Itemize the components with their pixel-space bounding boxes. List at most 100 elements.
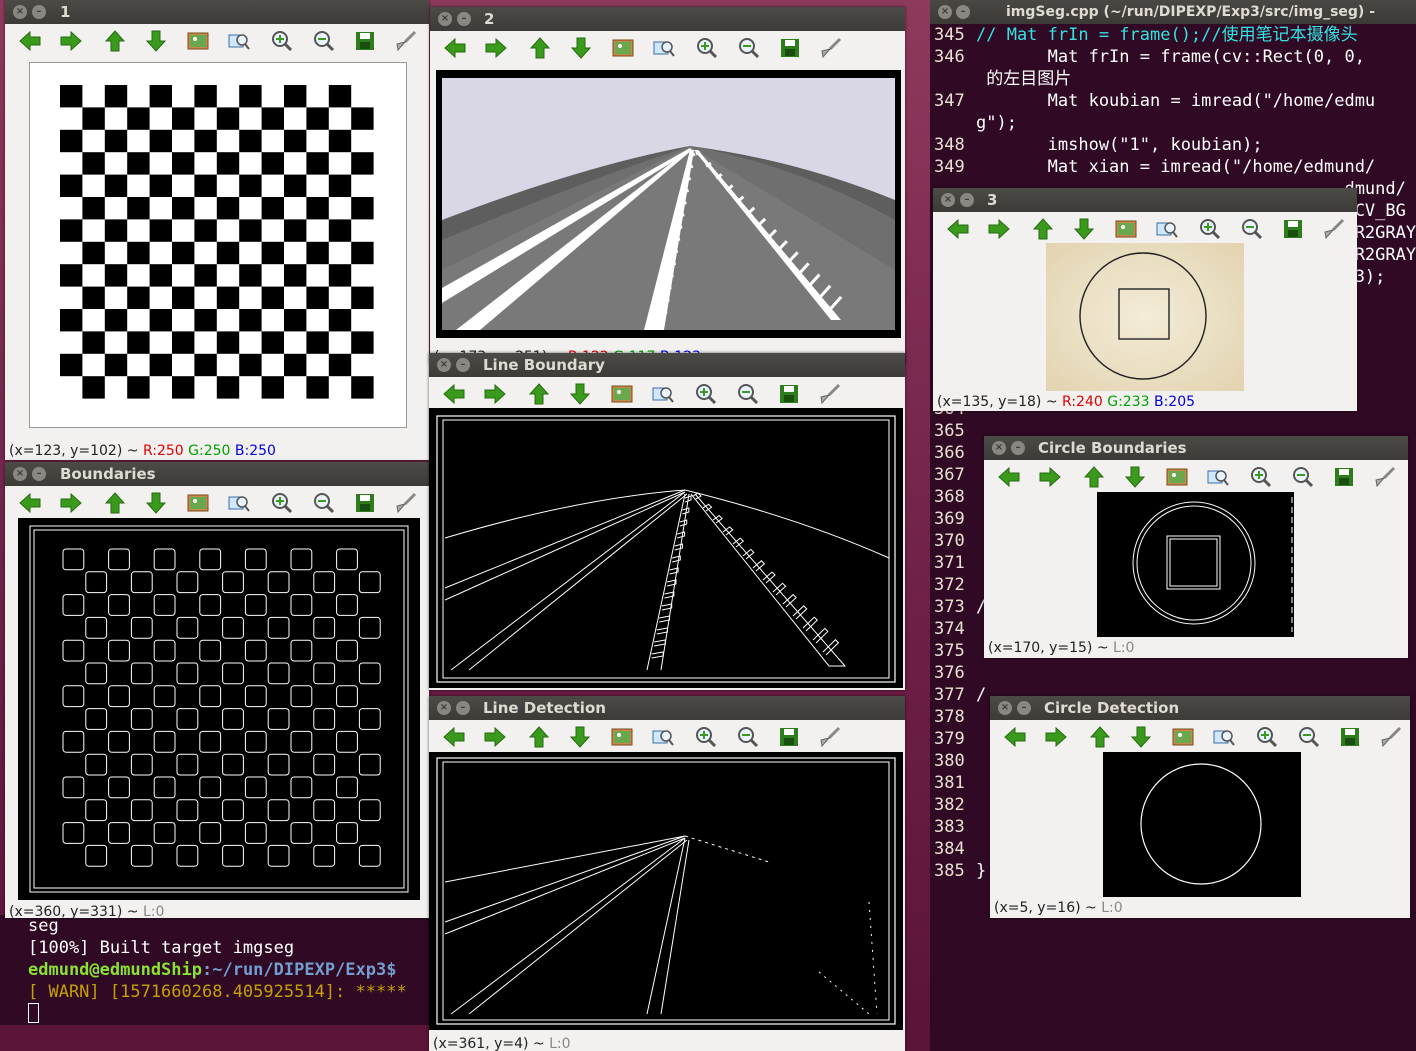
zoom-fit-icon[interactable] — [651, 35, 677, 61]
zoom-out-icon[interactable] — [1290, 464, 1316, 490]
zoom-in-icon[interactable] — [269, 28, 295, 54]
image-view[interactable] — [429, 408, 903, 688]
image-icon[interactable] — [185, 28, 211, 54]
zoom-out-icon[interactable] — [1296, 724, 1322, 750]
arrow-up-icon[interactable] — [1087, 724, 1113, 750]
arrow-down-icon[interactable] — [567, 381, 593, 407]
image-icon[interactable] — [610, 35, 636, 61]
code-line[interactable]: 348 imshow("1", koubian); — [930, 134, 1416, 156]
brush-icon[interactable] — [1321, 216, 1347, 242]
image-view[interactable] — [436, 70, 901, 338]
zoom-in-icon[interactable] — [693, 724, 719, 750]
zoom-out-icon[interactable] — [311, 490, 337, 516]
image-icon[interactable] — [609, 381, 635, 407]
image-view[interactable] — [29, 62, 407, 428]
image-icon[interactable] — [1170, 724, 1196, 750]
arrow-right-icon[interactable] — [1043, 724, 1069, 750]
zoom-in-icon[interactable] — [1254, 724, 1280, 750]
zoom-fit-icon[interactable] — [650, 381, 676, 407]
save-icon[interactable] — [1337, 724, 1363, 750]
close-icon[interactable]: × — [998, 701, 1012, 715]
arrow-left-icon[interactable] — [945, 216, 971, 242]
zoom-out-icon[interactable] — [736, 35, 762, 61]
code-line[interactable]: 376 — [930, 662, 1416, 684]
zoom-fit-icon[interactable] — [1211, 724, 1237, 750]
arrow-left-icon[interactable] — [17, 28, 43, 54]
zoom-fit-icon[interactable] — [226, 28, 252, 54]
arrow-down-icon[interactable] — [567, 724, 593, 750]
zoom-in-icon[interactable] — [269, 490, 295, 516]
arrow-left-icon[interactable] — [17, 490, 43, 516]
arrow-up-icon[interactable] — [526, 724, 552, 750]
save-icon[interactable] — [1280, 216, 1306, 242]
image-icon[interactable] — [609, 724, 635, 750]
image-view[interactable] — [1046, 243, 1244, 391]
save-icon[interactable] — [776, 381, 802, 407]
window-line-boundary[interactable]: × – Line Boundary — [429, 353, 905, 690]
save-icon[interactable] — [1331, 464, 1357, 490]
code-line[interactable]: 346 Mat frIn = frame(cv::Rect(0, 0, — [930, 46, 1416, 68]
arrow-right-icon[interactable] — [58, 490, 84, 516]
arrow-right-icon[interactable] — [482, 381, 508, 407]
minimize-icon[interactable]: – — [960, 193, 974, 207]
arrow-right-icon[interactable] — [58, 28, 84, 54]
zoom-fit-icon[interactable] — [226, 490, 252, 516]
minimize-icon[interactable]: – — [456, 358, 470, 372]
zoom-in-icon[interactable] — [694, 35, 720, 61]
arrow-right-icon[interactable] — [482, 724, 508, 750]
code-line[interactable]: 的左目图片 — [930, 68, 1416, 90]
minimize-icon[interactable]: – — [32, 5, 46, 19]
window-2[interactable]: × – 2 (x=173, y=251) ~ R:122 G:117 B:123 — [430, 7, 905, 365]
arrow-down-icon[interactable] — [1122, 464, 1148, 490]
close-icon[interactable]: × — [437, 701, 451, 715]
image-icon[interactable] — [1113, 216, 1139, 242]
brush-icon[interactable] — [393, 490, 419, 516]
arrow-down-icon[interactable] — [143, 28, 169, 54]
window-3[interactable]: × – 3 (x=135, y=18) ~ R:240 G:233 B:205 — [933, 188, 1357, 411]
window-1[interactable]: × – 1 (x=123, y=102) ~ R:250 G:250 B:250 — [5, 0, 429, 460]
minimize-icon[interactable]: – — [956, 5, 970, 19]
close-icon[interactable]: × — [13, 467, 27, 481]
close-icon[interactable]: × — [438, 12, 452, 26]
zoom-out-icon[interactable] — [735, 724, 761, 750]
code-line[interactable]: 345 // Mat frIn = frame();//使用笔记本摄像头 — [930, 24, 1416, 46]
window-line-detection[interactable]: × – Line Detection (x=361, y=4) ~ L:0 — [429, 696, 905, 1051]
save-icon[interactable] — [776, 724, 802, 750]
terminal[interactable]: seg [100%] Built target imgseg edmund@ed… — [0, 915, 432, 1025]
save-icon[interactable] — [352, 28, 378, 54]
image-view[interactable] — [1097, 492, 1294, 637]
brush-icon[interactable] — [818, 35, 844, 61]
window-circle-detection[interactable]: × – Circle Detection (x=5, y=16) ~ L:0 — [990, 696, 1410, 918]
zoom-in-icon[interactable] — [1248, 464, 1274, 490]
arrow-up-icon[interactable] — [1081, 464, 1107, 490]
arrow-left-icon[interactable] — [1002, 724, 1028, 750]
zoom-in-icon[interactable] — [1197, 216, 1223, 242]
zoom-fit-icon[interactable] — [1205, 464, 1231, 490]
arrow-left-icon[interactable] — [996, 464, 1022, 490]
zoom-fit-icon[interactable] — [650, 724, 676, 750]
save-icon[interactable] — [777, 35, 803, 61]
zoom-in-icon[interactable] — [693, 381, 719, 407]
arrow-right-icon[interactable] — [1037, 464, 1063, 490]
zoom-out-icon[interactable] — [311, 28, 337, 54]
close-icon[interactable]: × — [992, 441, 1006, 455]
zoom-out-icon[interactable] — [1239, 216, 1265, 242]
minimize-icon[interactable]: – — [457, 12, 471, 26]
minimize-icon[interactable]: – — [1011, 441, 1025, 455]
arrow-up-icon[interactable] — [102, 490, 128, 516]
brush-icon[interactable] — [393, 28, 419, 54]
brush-icon[interactable] — [1372, 464, 1398, 490]
arrow-down-icon[interactable] — [1071, 216, 1097, 242]
brush-icon[interactable] — [817, 381, 843, 407]
image-view[interactable] — [18, 518, 420, 900]
image-view[interactable] — [1103, 752, 1301, 897]
image-icon[interactable] — [1164, 464, 1190, 490]
zoom-fit-icon[interactable] — [1154, 216, 1180, 242]
code-line[interactable]: g"); — [930, 112, 1416, 134]
arrow-up-icon[interactable] — [1030, 216, 1056, 242]
image-view[interactable] — [429, 752, 903, 1030]
close-icon[interactable]: × — [941, 193, 955, 207]
window-boundaries[interactable]: × – Boundaries (x=360, y=331) ~ L:0 — [5, 462, 429, 918]
minimize-icon[interactable]: – — [1017, 701, 1031, 715]
close-icon[interactable]: × — [13, 5, 27, 19]
